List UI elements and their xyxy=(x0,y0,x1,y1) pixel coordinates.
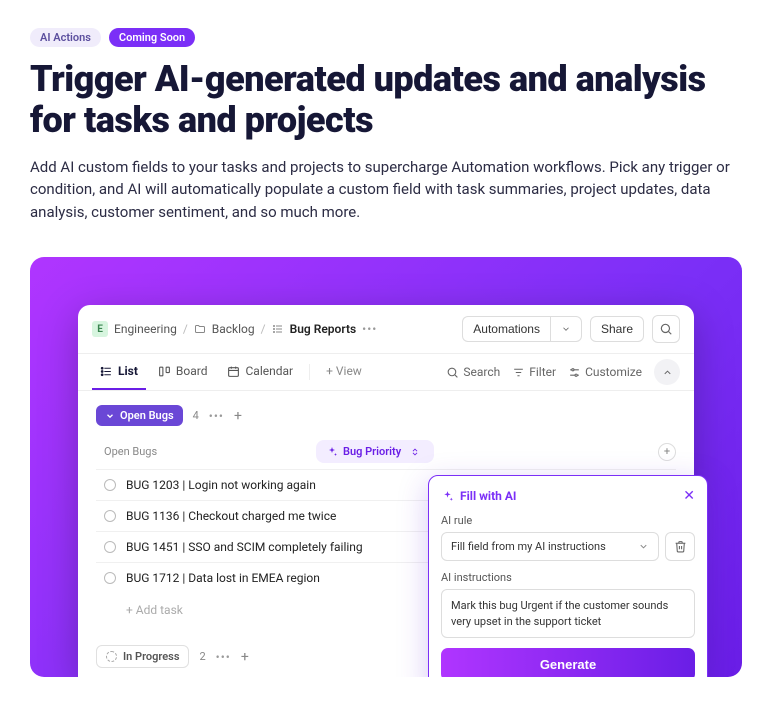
task-title: BUG 1712 | Data lost in EMEA region xyxy=(126,571,320,585)
viewbar: List Board Calendar + View xyxy=(78,354,694,391)
space-avatar[interactable]: E xyxy=(92,321,108,337)
breadcrumb-more-icon[interactable]: ••• xyxy=(362,322,377,336)
view-tab-calendar-label: Calendar xyxy=(245,364,293,378)
filter-tool[interactable]: Filter xyxy=(512,365,556,379)
columns-header: Open Bugs Bug Priority + xyxy=(96,436,676,469)
view-tools: Search Filter Customize xyxy=(446,359,680,385)
hero-subtitle: Add AI custom fields to your tasks and p… xyxy=(30,156,730,224)
folder-icon xyxy=(194,323,206,335)
views: List Board Calendar + View xyxy=(92,354,370,390)
sort-icon xyxy=(410,447,420,457)
popover-header: Fill with AI ✕ xyxy=(441,488,695,504)
breadcrumb: E Engineering / Backlog / Bug Reports ••… xyxy=(92,321,377,337)
search-tool[interactable]: Search xyxy=(446,365,500,379)
screenshot-frame: E Engineering / Backlog / Bug Reports ••… xyxy=(30,257,742,677)
filter-icon xyxy=(512,366,525,379)
view-tab-list[interactable]: List xyxy=(92,354,146,390)
status-circle-icon[interactable] xyxy=(104,510,116,522)
view-tab-calendar[interactable]: Calendar xyxy=(219,354,301,390)
task-title: BUG 1203 | Login not working again xyxy=(126,478,316,492)
view-tab-board[interactable]: Board xyxy=(150,354,216,390)
delete-rule-button[interactable] xyxy=(665,532,695,561)
breadcrumb-sep: / xyxy=(183,322,188,336)
dashed-circle-icon xyxy=(106,651,117,662)
ai-rule-label: AI rule xyxy=(441,514,695,527)
group-more-icon[interactable]: ••• xyxy=(216,650,231,664)
add-column-button[interactable]: + xyxy=(658,443,676,461)
status-circle-icon[interactable] xyxy=(104,541,116,553)
group-chip-in-progress[interactable]: In Progress xyxy=(96,645,189,668)
customize-tool[interactable]: Customize xyxy=(568,365,642,379)
group-add-button[interactable]: + xyxy=(234,408,242,424)
sparkle-icon xyxy=(326,446,338,458)
view-separator xyxy=(309,364,310,380)
add-view-button[interactable]: + View xyxy=(318,354,370,390)
board-view-icon xyxy=(158,365,171,378)
search-top-button[interactable] xyxy=(652,315,680,343)
hero-title: Trigger AI-generated updates and analysi… xyxy=(30,59,742,142)
close-icon[interactable]: ✕ xyxy=(683,488,695,504)
share-button[interactable]: Share xyxy=(590,316,644,342)
ai-rule-row: Fill field from my AI instructions xyxy=(441,532,695,561)
column-name[interactable]: Open Bugs xyxy=(96,445,316,458)
column-bug-priority[interactable]: Bug Priority xyxy=(316,440,434,463)
task-title: BUG 1451 | SSO and SCIM completely faili… xyxy=(126,540,363,554)
ai-instructions-input[interactable]: Mark this bug Urgent if the customer sou… xyxy=(441,589,695,638)
breadcrumb-list[interactable]: Bug Reports xyxy=(290,322,357,336)
group-chip-open-bugs-label: Open Bugs xyxy=(120,409,174,422)
customize-icon xyxy=(568,366,581,379)
view-tab-board-label: Board xyxy=(176,364,208,378)
ai-rule-value: Fill field from my AI instructions xyxy=(451,540,606,553)
view-tab-list-label: List xyxy=(118,364,138,378)
group-count-open-bugs: 4 xyxy=(193,409,199,422)
automations-button[interactable]: Automations xyxy=(462,316,550,342)
group-count-in-progress: 2 xyxy=(199,650,205,663)
search-icon xyxy=(446,366,459,379)
collapse-button[interactable] xyxy=(654,359,680,385)
group-header-open-bugs: Open Bugs 4 ••• + xyxy=(96,405,676,426)
app-window: E Engineering / Backlog / Bug Reports ••… xyxy=(78,305,694,677)
coming-soon-badge: Coming Soon xyxy=(109,28,195,47)
customize-label: Customize xyxy=(585,365,642,379)
breadcrumb-space[interactable]: Engineering xyxy=(114,322,177,336)
popover-title: Fill with AI xyxy=(441,489,516,503)
calendar-view-icon xyxy=(227,365,240,378)
list-icon xyxy=(272,323,284,335)
status-circle-icon[interactable] xyxy=(104,479,116,491)
filter-label: Filter xyxy=(529,365,556,379)
topbar: E Engineering / Backlog / Bug Reports ••… xyxy=(78,305,694,354)
ai-actions-badge: AI Actions xyxy=(30,28,101,47)
automations-dropdown-button[interactable] xyxy=(550,316,582,342)
search-label: Search xyxy=(463,365,500,379)
list-view-icon xyxy=(100,365,113,378)
automations-button-group: Automations xyxy=(462,316,582,342)
ai-rule-select[interactable]: Fill field from my AI instructions xyxy=(441,532,659,561)
chevron-down-icon xyxy=(638,541,649,552)
top-actions: Automations Share xyxy=(462,315,680,343)
status-circle-icon[interactable] xyxy=(104,572,116,584)
fill-with-ai-popover: Fill with AI ✕ AI rule Fill field from m… xyxy=(428,475,708,677)
column-bug-priority-label: Bug Priority xyxy=(343,445,401,458)
group-chip-in-progress-label: In Progress xyxy=(123,650,179,663)
popover-title-text: Fill with AI xyxy=(460,489,516,503)
group-more-icon[interactable]: ••• xyxy=(209,409,224,423)
badge-row: AI Actions Coming Soon xyxy=(30,28,742,47)
breadcrumb-folder[interactable]: Backlog xyxy=(212,322,255,336)
generate-button[interactable]: Generate xyxy=(441,648,695,677)
group-chip-open-bugs[interactable]: Open Bugs xyxy=(96,405,183,426)
breadcrumb-sep: / xyxy=(261,322,266,336)
ai-instructions-label: AI instructions xyxy=(441,571,695,584)
task-title: BUG 1136 | Checkout charged me twice xyxy=(126,509,336,523)
sparkle-icon xyxy=(441,490,454,503)
group-add-button[interactable]: + xyxy=(241,649,249,665)
